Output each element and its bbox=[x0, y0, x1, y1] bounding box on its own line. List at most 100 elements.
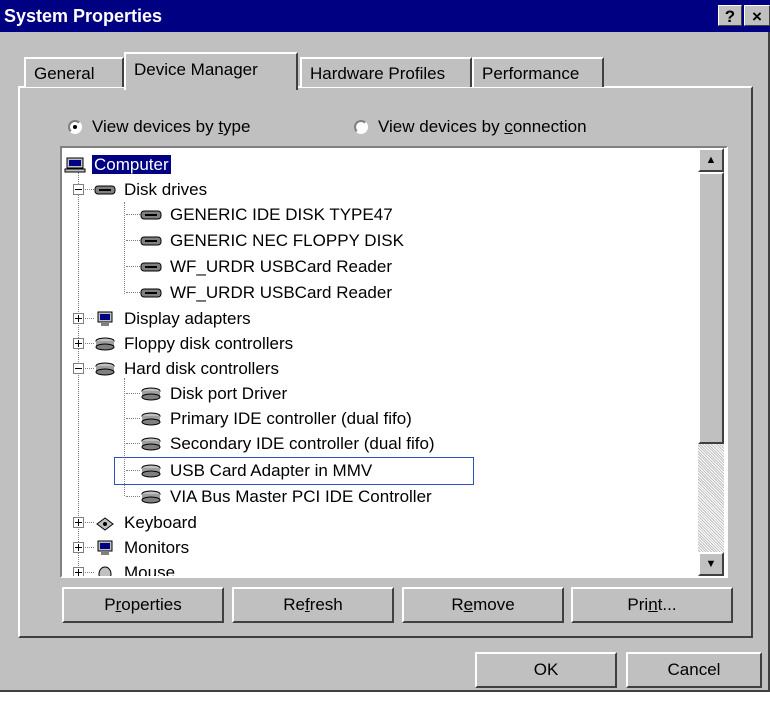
expand-icon[interactable] bbox=[73, 517, 84, 528]
button-label: Pri bbox=[627, 595, 649, 614]
controller-icon bbox=[141, 437, 161, 451]
expand-icon[interactable] bbox=[73, 313, 84, 324]
view-by-connection-label: View devices by bbox=[378, 117, 505, 136]
properties-button[interactable]: Properties bbox=[62, 587, 224, 623]
disk-drive-icon bbox=[140, 288, 162, 298]
button-label-end: t... bbox=[657, 595, 677, 614]
tree-item-device[interactable]: WF_URDR USBCard Reader bbox=[140, 280, 394, 305]
tree-item-label: WF_URDR USBCard Reader bbox=[170, 257, 392, 276]
button-label-end: move bbox=[473, 595, 515, 614]
tab-device-manager[interactable]: Device Manager bbox=[124, 52, 298, 90]
tree-line bbox=[126, 393, 140, 394]
controller-icon bbox=[141, 387, 161, 401]
view-by-connection-radio[interactable]: View devices by connection bbox=[354, 117, 587, 137]
system-properties-window: System Properties ? × General Device Man… bbox=[0, 0, 770, 692]
cancel-button[interactable]: Cancel bbox=[626, 652, 762, 688]
tree-item-label: GENERIC IDE DISK TYPE47 bbox=[170, 205, 393, 224]
tab-performance[interactable]: Performance bbox=[472, 57, 604, 87]
tree-scrollbar[interactable]: ▲ ▼ bbox=[698, 148, 724, 576]
tree-item-mouse[interactable]: Mouse bbox=[94, 560, 177, 576]
monitor-icon bbox=[97, 540, 113, 555]
button-label: Re bbox=[283, 595, 305, 614]
disk-drive-icon bbox=[94, 185, 116, 195]
help-button[interactable]: ? bbox=[718, 5, 742, 26]
print-button[interactable]: Print... bbox=[571, 587, 733, 623]
tree-item-label: Disk drives bbox=[124, 180, 208, 199]
tree-item-device[interactable]: VIA Bus Master PCI IDE Controller bbox=[140, 484, 434, 509]
tree-item-device[interactable]: Primary IDE controller (dual fifo) bbox=[140, 406, 414, 431]
tree-item-device[interactable]: Disk port Driver bbox=[140, 381, 289, 406]
controller-icon bbox=[95, 362, 115, 376]
tree-item-label: Keyboard bbox=[124, 513, 197, 532]
tab-hardware-profiles-label: Hardware Profiles bbox=[310, 64, 446, 83]
view-by-connection-label-end: onnection bbox=[512, 117, 587, 136]
controller-icon bbox=[141, 412, 161, 426]
button-accel: e bbox=[463, 595, 474, 614]
window-title: System Properties bbox=[4, 6, 163, 26]
tree-item-device[interactable]: GENERIC IDE DISK TYPE47 bbox=[140, 202, 395, 227]
tree-item-device[interactable]: WF_URDR USBCard Reader bbox=[140, 254, 394, 279]
tree-item-label: GENERIC NEC FLOPPY DISK bbox=[170, 231, 404, 250]
tree-line bbox=[126, 292, 140, 293]
focus-rectangle bbox=[114, 457, 474, 485]
view-by-connection-accel: c bbox=[504, 117, 513, 136]
tab-performance-label: Performance bbox=[482, 64, 580, 83]
view-by-type-radio[interactable]: View devices by type bbox=[68, 117, 250, 137]
tree-item-display-adapters[interactable]: Display adapters bbox=[94, 306, 253, 331]
title-bar[interactable]: System Properties ? × bbox=[0, 0, 770, 32]
view-by-type-label: View devices by bbox=[92, 117, 219, 136]
tree-item-label: VIA Bus Master PCI IDE Controller bbox=[170, 487, 432, 506]
scrollbar-thumb[interactable] bbox=[698, 172, 724, 444]
ok-button[interactable]: OK bbox=[475, 652, 617, 688]
button-label-end: resh bbox=[309, 595, 343, 614]
expand-icon[interactable] bbox=[73, 567, 84, 576]
tree-item-monitors[interactable]: Monitors bbox=[94, 535, 191, 560]
mouse-icon bbox=[98, 566, 112, 576]
tree-item-label: Disk port Driver bbox=[170, 384, 288, 403]
collapse-icon[interactable] bbox=[73, 363, 84, 374]
tree-item-label: Floppy disk controllers bbox=[124, 334, 294, 353]
keyboard-icon bbox=[96, 517, 114, 531]
tree-line bbox=[126, 418, 140, 419]
tree-line bbox=[126, 496, 140, 497]
arrow-up-icon: ▲ bbox=[705, 154, 717, 166]
tab-general-label: General bbox=[34, 64, 95, 83]
close-button[interactable]: × bbox=[744, 5, 770, 26]
tree-line bbox=[124, 202, 125, 294]
button-label: P bbox=[104, 595, 116, 614]
tree-item-label: Monitors bbox=[124, 538, 190, 557]
tree-line bbox=[126, 266, 140, 267]
tree-item-hard-disk-controllers[interactable]: Hard disk controllers bbox=[94, 356, 281, 381]
tree-item-keyboard[interactable]: Keyboard bbox=[94, 510, 199, 535]
tab-general[interactable]: General bbox=[24, 57, 124, 87]
tree-item-device[interactable]: Secondary IDE controller (dual fifo) bbox=[140, 431, 437, 456]
tree-line bbox=[126, 240, 140, 241]
scroll-down-button[interactable]: ▼ bbox=[698, 552, 724, 576]
tree-clip-region: Mouse bbox=[60, 560, 700, 576]
tree-item-label: Secondary IDE controller (dual fifo) bbox=[170, 434, 435, 453]
button-label: R bbox=[451, 595, 464, 614]
radio-unselected-icon bbox=[354, 120, 368, 134]
scroll-up-button[interactable]: ▲ bbox=[698, 148, 724, 172]
expand-icon[interactable] bbox=[73, 338, 84, 349]
collapse-icon[interactable] bbox=[73, 184, 84, 195]
computer-icon bbox=[64, 157, 86, 173]
controller-icon bbox=[141, 490, 161, 504]
tree-item-label: Hard disk controllers bbox=[124, 359, 279, 378]
tree-root-label: Computer bbox=[92, 155, 171, 174]
tree-root-computer[interactable]: Computer bbox=[64, 152, 171, 177]
tab-device-manager-label: Device Manager bbox=[134, 60, 258, 79]
display-adapter-icon bbox=[97, 311, 113, 326]
tree-item-device[interactable]: GENERIC NEC FLOPPY DISK bbox=[140, 228, 406, 253]
remove-button[interactable]: Remove bbox=[402, 587, 564, 623]
tree-item-disk-drives[interactable]: Disk drives bbox=[94, 177, 209, 202]
refresh-button[interactable]: Refresh bbox=[232, 587, 394, 623]
view-by-type-label-end: ype bbox=[223, 117, 251, 136]
disk-drive-icon bbox=[140, 236, 162, 246]
tree-line bbox=[126, 443, 140, 444]
tree-item-label: Primary IDE controller (dual fifo) bbox=[170, 409, 412, 428]
tab-hardware-profiles[interactable]: Hardware Profiles bbox=[300, 57, 472, 87]
tree-item-floppy-controllers[interactable]: Floppy disk controllers bbox=[94, 331, 295, 356]
expand-icon[interactable] bbox=[73, 542, 84, 553]
arrow-down-icon: ▼ bbox=[705, 558, 717, 570]
